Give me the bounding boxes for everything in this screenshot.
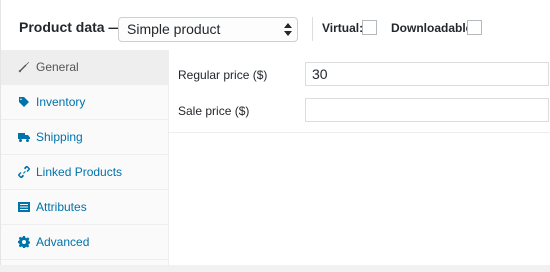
select-arrows-icon (284, 23, 292, 36)
tab-shipping-label: Shipping (36, 130, 83, 144)
product-data-panel: Product data — Simple product Virtual: D… (0, 0, 550, 265)
product-type-select[interactable]: Simple product (118, 17, 298, 42)
regular-price-input[interactable]: 30 (305, 62, 549, 86)
regular-price-label: Regular price ($) (178, 68, 268, 82)
tab-attributes-label: Attributes (36, 200, 87, 214)
tab-advanced-label: Advanced (36, 235, 90, 249)
page-background-strip (0, 265, 550, 272)
header-divider (312, 17, 313, 41)
tab-inventory-label: Inventory (36, 95, 86, 109)
tab-general[interactable]: General (1, 50, 169, 85)
tab-linked-products-label: Linked Products (36, 165, 123, 179)
wrench-icon (18, 62, 29, 73)
tab-inventory[interactable]: Inventory (1, 85, 169, 120)
tag-icon (19, 97, 29, 107)
tab-advanced[interactable]: Advanced (1, 225, 169, 260)
link-icon (18, 166, 30, 178)
downloadable-label: Downloadable: (391, 21, 477, 35)
list-icon (18, 202, 30, 212)
sale-price-label: Sale price ($) (178, 104, 250, 118)
virtual-checkbox[interactable] (362, 20, 377, 35)
sale-price-input[interactable] (305, 98, 549, 122)
product-data-tabs: General Inventory Shipping Linked Produc… (1, 50, 169, 265)
virtual-label: Virtual: (322, 21, 364, 35)
gear-icon (18, 236, 30, 248)
downloadable-checkbox[interactable] (467, 20, 482, 35)
section-divider (169, 132, 550, 133)
tab-general-label: General (36, 60, 79, 74)
panel-title: Product data — (19, 19, 123, 35)
tab-attributes[interactable]: Attributes (1, 190, 169, 225)
product-type-value: Simple product (127, 21, 221, 37)
tab-shipping[interactable]: Shipping (1, 120, 169, 155)
general-panel: Regular price ($) 30 Sale price ($) (169, 50, 550, 265)
truck-icon (18, 133, 30, 142)
tab-linked-products[interactable]: Linked Products (1, 155, 169, 190)
